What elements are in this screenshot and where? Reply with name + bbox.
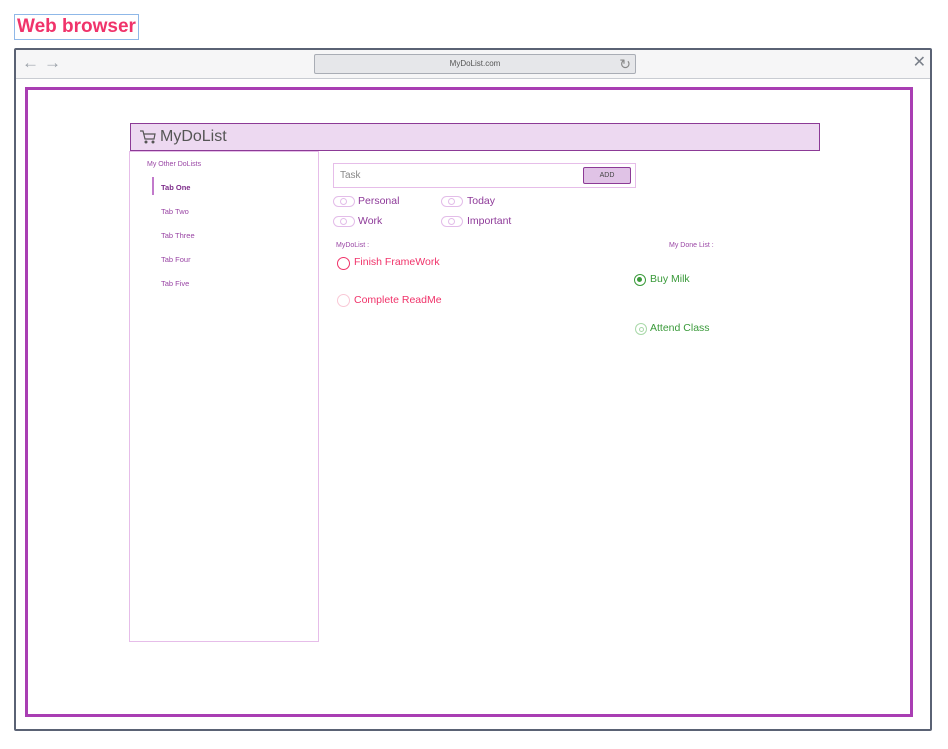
wireframe-label: Web browser [14,14,139,40]
done-dot [637,277,642,282]
personal-label: Personal [358,195,400,207]
reload-icon[interactable]: ↻ [619,55,631,73]
toggle-knob [448,198,455,205]
app-header: MyDoList [130,123,820,151]
done-dot [638,326,644,332]
personal-toggle[interactable] [333,196,355,207]
active-tab-indicator [152,177,154,195]
important-label: Important [467,215,512,227]
done-item[interactable]: Attend Class [650,322,710,334]
task-entry: ADD [333,163,636,188]
sidebar-item-tab-three[interactable]: Tab Three [161,231,195,240]
done-radio[interactable] [634,274,646,286]
done-list-title: My Done List : [669,242,714,249]
page-viewport: MyDoList My Other DoLists Tab One Tab Tw… [25,87,913,717]
done-radio[interactable] [635,323,647,335]
todo-item[interactable]: Complete ReadMe [354,294,442,306]
today-toggle[interactable] [441,196,463,207]
cart-icon [140,130,156,144]
done-item[interactable]: Buy Milk [650,273,690,285]
toggle-knob [340,218,347,225]
todo-radio[interactable] [337,294,350,307]
toggle-knob [340,198,347,205]
sidebar-item-tab-one[interactable]: Tab One [161,183,190,192]
today-label: Today [467,195,496,207]
arrow-left-icon[interactable]: ← [22,53,39,73]
sidebar-item-tab-four[interactable]: Tab Four [161,255,191,264]
arrow-right-icon[interactable]: → [44,53,61,73]
important-toggle[interactable] [441,216,463,227]
browser-window: ← → MyDoList.com ↻ ✕ MyDoList My Other D… [14,48,932,731]
url-text: MyDoList.com [449,59,501,68]
close-icon[interactable]: ✕ [913,53,926,73]
app-title: MyDoList [160,128,227,145]
work-toggle[interactable] [333,216,355,227]
sidebar-item-tab-two[interactable]: Tab Two [161,207,189,216]
work-label: Work [358,215,383,227]
task-input[interactable] [335,165,580,186]
toggle-knob [448,218,455,225]
sidebar: My Other DoLists Tab One Tab Two Tab Thr… [129,151,319,642]
browser-toolbar: ← → MyDoList.com ↻ ✕ [16,50,930,79]
sidebar-item-tab-five[interactable]: Tab Five [161,279,189,288]
address-bar[interactable]: MyDoList.com ↻ [314,54,636,74]
sidebar-title: My Other DoLists [147,161,202,168]
add-button[interactable]: ADD [583,167,631,184]
todo-item[interactable]: Finish FrameWork [354,256,440,268]
todo-list-title: MyDoList : [336,242,370,249]
todo-radio[interactable] [337,257,350,270]
